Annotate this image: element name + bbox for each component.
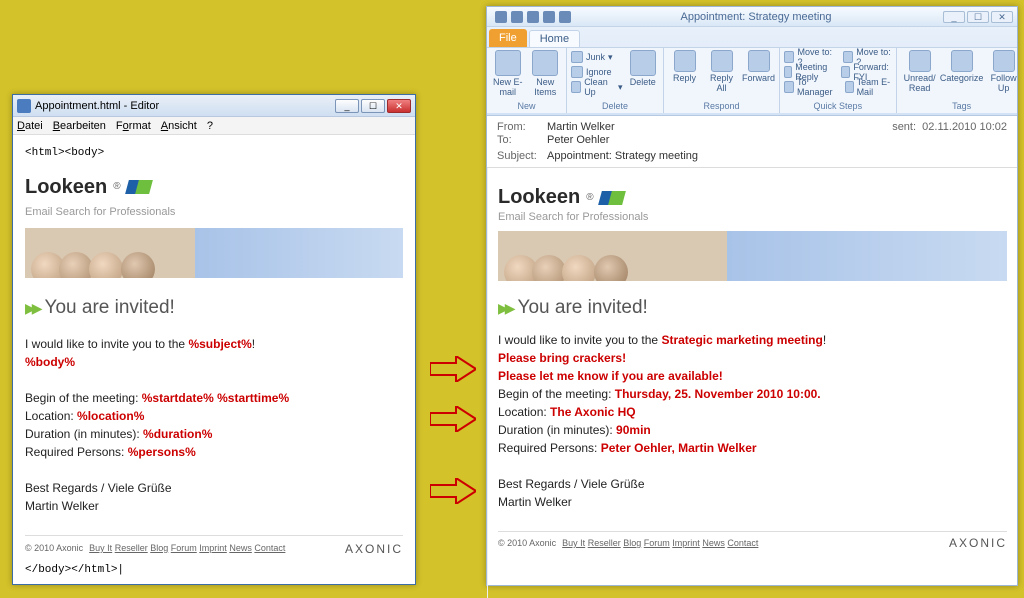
from-value: Martin Welker xyxy=(547,121,615,133)
invite-heading: ▶▶ You are invited! xyxy=(25,294,403,323)
logo-text: Lookeen xyxy=(25,172,107,202)
unread-button[interactable]: Unread/ Read xyxy=(901,50,939,94)
rendered-body: I would like to invite you to the Strate… xyxy=(498,331,1007,511)
minimize-button[interactable]: _ xyxy=(943,11,965,23)
ribbon: File Home New E-mail New Items New Junk▾… xyxy=(487,27,1017,116)
footer-links: Buy It Reseller Blog Forum Imprint News … xyxy=(89,542,285,556)
banner-image xyxy=(25,228,403,278)
menu-help[interactable]: ? xyxy=(207,117,213,134)
ribbon-tabs: File Home xyxy=(487,27,1017,47)
banner-image xyxy=(498,231,1007,281)
to-value: Peter Oehler xyxy=(547,134,609,146)
qat-save-icon[interactable] xyxy=(495,11,507,23)
qat-prev-icon[interactable] xyxy=(543,11,555,23)
categorize-button[interactable]: Categorize xyxy=(943,50,981,84)
qs-manager-button[interactable]: To Manager xyxy=(784,80,835,94)
outlook-titlebar[interactable]: Appointment: Strategy meeting _ ☐ ✕ xyxy=(487,7,1017,27)
close-tag: </body></html>| xyxy=(25,562,403,579)
menu-edit[interactable]: Bearbeiten xyxy=(53,117,106,134)
lookeen-logo: Lookeen® xyxy=(25,172,403,202)
logo-swoosh-icon xyxy=(127,178,155,196)
logo-swoosh-icon xyxy=(600,189,628,207)
ribbon-group-respond: Reply Reply All Forward Respond xyxy=(664,48,780,113)
logo-tagline: Email Search for Professionals xyxy=(498,211,1007,223)
arrow-bullet-icon: ▶▶ xyxy=(498,300,512,317)
transform-arrow-icon xyxy=(430,478,476,504)
arrow-bullet-icon: ▶▶ xyxy=(25,298,39,319)
subject-value: Appointment: Strategy meeting xyxy=(547,150,698,162)
footer-links: Buy It Reseller Blog Forum Imprint News … xyxy=(562,538,758,548)
transform-arrow-icon xyxy=(430,406,476,432)
close-button[interactable]: ✕ xyxy=(991,11,1013,23)
logo-tagline: Email Search for Professionals xyxy=(25,204,403,221)
open-tag: <html><body> xyxy=(25,145,403,162)
ribbon-group-delete: Junk▾ Ignore Clean Up▾ Delete Delete xyxy=(567,48,664,113)
menu-view[interactable]: Ansicht xyxy=(161,117,197,134)
ribbon-group-tags: Unread/ Read Categorize Follow Up Tags xyxy=(897,48,1024,113)
qs-team-button[interactable]: Team E-Mail xyxy=(845,80,892,94)
outlook-title: Appointment: Strategy meeting xyxy=(571,11,941,23)
outlook-window: Appointment: Strategy meeting _ ☐ ✕ File… xyxy=(486,6,1018,586)
maximize-button[interactable]: ☐ xyxy=(967,11,989,23)
email-footer: © 2010 Axonic Buy It Reseller Blog Forum… xyxy=(498,531,1007,550)
qat-next-icon[interactable] xyxy=(559,11,571,23)
qat-undo-icon[interactable] xyxy=(511,11,523,23)
menu-format[interactable]: Format xyxy=(116,117,151,134)
template-body: I would like to invite you to the %subje… xyxy=(25,335,403,515)
quick-access-toolbar xyxy=(495,11,571,23)
sent-value: 02.11.2010 10:02 xyxy=(922,121,1007,133)
followup-button[interactable]: Follow Up xyxy=(985,50,1023,94)
editor-icon xyxy=(17,99,31,113)
new-email-button[interactable]: New E-mail xyxy=(491,50,525,98)
reply-all-button[interactable]: Reply All xyxy=(705,50,738,94)
cleanup-button[interactable]: Clean Up▾ xyxy=(571,80,622,94)
ribbon-group-quicksteps: Move to: ? Move to: ? Meeting Reply Forw… xyxy=(780,48,897,113)
reply-button[interactable]: Reply xyxy=(668,50,701,84)
message-body[interactable]: Lookeen® Email Search for Professionals … xyxy=(487,168,1017,598)
editor-window: Appointment.html - Editor _ ☐ ✕ Datei Be… xyxy=(12,94,416,585)
tab-home[interactable]: Home xyxy=(529,30,580,47)
junk-button[interactable]: Junk▾ xyxy=(571,50,622,64)
email-footer: © 2010 Axonic Buy It Reseller Blog Forum… xyxy=(25,535,403,558)
transform-arrow-icon xyxy=(430,356,476,382)
editor-menubar: Datei Bearbeiten Format Ansicht ? xyxy=(13,117,415,135)
editor-document[interactable]: <html><body> Lookeen® Email Search for P… xyxy=(13,135,415,588)
menu-file[interactable]: Datei xyxy=(17,117,43,134)
forward-button[interactable]: Forward xyxy=(742,50,775,84)
invite-heading: ▶▶ You are invited! xyxy=(498,297,1007,319)
axonic-logo: AXONIC xyxy=(345,540,403,558)
message-header: From:Martin Welker sent: 02.11.2010 10:0… xyxy=(487,116,1017,168)
ribbon-group-new: New E-mail New Items New xyxy=(487,48,567,113)
new-items-button[interactable]: New Items xyxy=(529,50,563,98)
close-button[interactable]: ✕ xyxy=(387,99,411,113)
minimize-button[interactable]: _ xyxy=(335,99,359,113)
tab-file[interactable]: File xyxy=(489,29,527,47)
maximize-button[interactable]: ☐ xyxy=(361,99,385,113)
lookeen-logo: Lookeen® xyxy=(498,186,1007,209)
delete-button[interactable]: Delete xyxy=(626,50,659,88)
qat-redo-icon[interactable] xyxy=(527,11,539,23)
axonic-logo: AXONIC xyxy=(949,536,1007,550)
editor-title: Appointment.html - Editor xyxy=(35,100,333,112)
editor-titlebar[interactable]: Appointment.html - Editor _ ☐ ✕ xyxy=(13,95,415,117)
